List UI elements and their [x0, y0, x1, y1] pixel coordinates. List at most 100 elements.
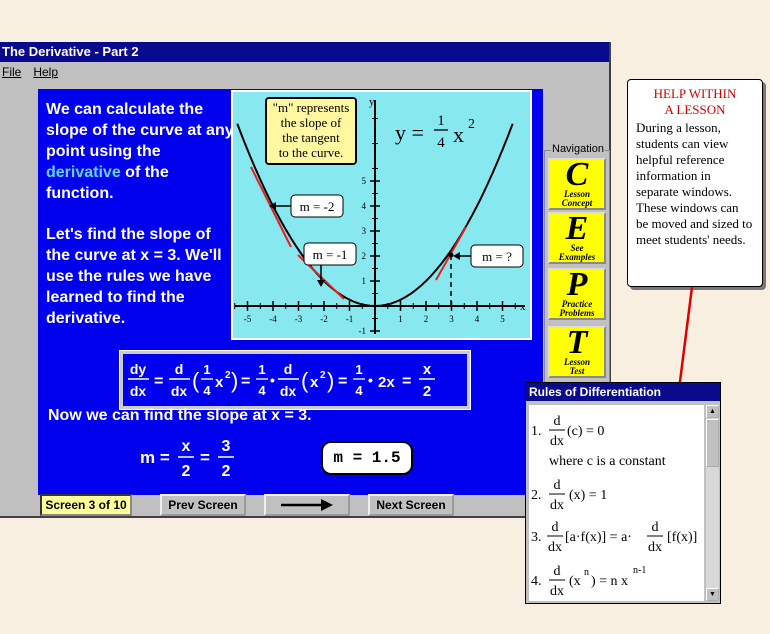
x-tick-label: 3	[449, 314, 454, 324]
svg-text:(: (	[301, 368, 309, 393]
x-tick-label: -2	[320, 314, 328, 324]
svg-text:[a·f(x)] = a·: [a·f(x)] = a·	[565, 530, 632, 545]
scroll-down-icon[interactable]: ▼	[706, 588, 719, 601]
nav-lesson-concept[interactable]: C Lesson Concept	[548, 158, 606, 210]
graph-svg: x y -5 -4 -3 -2 -1 1 2 3 4 5 5 4 3 2 1 -1 "m" represen…	[234, 96, 526, 344]
lesson-window: The Derivative - Part 2 File Help We can …	[0, 42, 611, 518]
svg-text:2: 2	[423, 383, 431, 400]
svg-text:dy: dy	[130, 361, 147, 377]
next-screen-button[interactable]: Next Screen	[368, 494, 454, 516]
nav-c-letter: C	[565, 156, 589, 193]
scroll-up-icon[interactable]: ▲	[706, 405, 719, 418]
svg-text:2: 2	[320, 370, 326, 381]
rules-svg: 1. d dx (c) = 0 where c is a constant 2.…	[531, 414, 697, 599]
rules-window-title: Rules of Differentiation	[526, 383, 720, 401]
scroll-thumb[interactable]	[706, 419, 719, 467]
svg-text:dx: dx	[550, 498, 564, 513]
nav-p-letter: P	[566, 266, 588, 303]
lesson-content: We can calculate the slope of the curve …	[38, 89, 543, 495]
svg-text:dx: dx	[648, 540, 662, 555]
lesson-derivative-word: derivative	[46, 164, 121, 181]
menu-bar: File Help	[0, 63, 68, 81]
lesson-para1-a: We can calculate the slope of the curve …	[46, 101, 234, 160]
lesson-para2: Let's find the slope of the curve at x =…	[46, 226, 222, 327]
svg-text:4: 4	[258, 383, 266, 398]
svg-text:=: =	[338, 373, 347, 390]
menu-help[interactable]: Help	[33, 65, 58, 79]
nav-see-examples[interactable]: E See Examples	[548, 212, 606, 264]
arrow-head-m-neg1	[317, 280, 325, 287]
help-callout: HELP WITHIN A LESSON During a lesson, st…	[627, 79, 763, 287]
help-body: During a lesson, students can view helpf…	[636, 120, 753, 247]
label-m-neg2: m = -2	[300, 199, 335, 214]
arrow-head-m-q	[453, 252, 460, 260]
svg-text:1: 1	[258, 362, 265, 377]
nav-practice-problems[interactable]: P Practice Problems	[548, 268, 606, 320]
next-arrow-button[interactable]	[264, 494, 350, 516]
svg-text:2x: 2x	[378, 374, 395, 391]
svg-text:(x: (x	[569, 574, 581, 589]
nav-p-line2: Problems	[559, 308, 595, 318]
x-tick-label: -4	[269, 314, 277, 324]
label-m-neg1: m = -1	[313, 247, 348, 262]
rule1-note: where c is a constant	[549, 454, 666, 469]
svg-text:=: =	[200, 448, 210, 467]
help-title: HELP WITHIN A LESSON	[636, 86, 754, 118]
help-title-2: A LESSON	[664, 102, 726, 117]
svg-text:y =: y =	[395, 120, 424, 145]
x-tick-label: 5	[500, 314, 505, 324]
svg-text:dx: dx	[550, 434, 564, 449]
nav-t-line2: Test	[569, 366, 585, 376]
svg-text:1.: 1.	[531, 424, 542, 439]
svg-text:x: x	[423, 361, 432, 378]
tangent-point	[448, 252, 454, 258]
svg-text:) = n x: ) = n x	[591, 574, 628, 589]
svg-text:d: d	[175, 361, 184, 377]
menu-file[interactable]: File	[2, 65, 21, 79]
svg-text:n-1: n-1	[633, 565, 646, 576]
svg-text:1: 1	[437, 113, 445, 129]
x-tick-label: -1	[346, 314, 354, 324]
svg-text:=: =	[154, 373, 163, 390]
svg-text:2: 2	[182, 463, 191, 480]
m-equation: m = x 2 = 3 2	[138, 429, 248, 485]
m-answer-badge: m = 1.5	[321, 441, 413, 475]
help-title-1: HELP WITHIN	[653, 86, 737, 101]
lesson-text: We can calculate the slope of the curve …	[46, 99, 236, 349]
svg-text:4: 4	[203, 383, 211, 398]
svg-text:3.: 3.	[531, 530, 542, 545]
nav-lesson-test[interactable]: T Lesson Test	[548, 326, 606, 378]
y-tick-label: -1	[359, 326, 367, 336]
callout-line1: "m" represents	[273, 100, 350, 115]
svg-text:•: •	[368, 372, 373, 388]
nav-e-letter: E	[565, 210, 589, 247]
svg-text:2: 2	[222, 463, 231, 480]
screen-indicator: Screen 3 of 10	[40, 494, 132, 516]
svg-text:(x) = 1: (x) = 1	[569, 488, 607, 503]
svg-text:1: 1	[203, 362, 210, 377]
window-title: The Derivative - Part 2	[0, 42, 609, 62]
svg-text:(: (	[192, 368, 200, 393]
svg-text:x: x	[215, 374, 224, 391]
callout-line2: the slope of	[281, 115, 342, 130]
x-tick-label: 4	[475, 314, 480, 324]
navigation-label: Navigation	[551, 143, 605, 155]
svg-text:x: x	[182, 438, 191, 455]
y-tick-label: 2	[362, 251, 367, 261]
x-axis-label: x	[520, 301, 526, 313]
y-tick-label: 3	[362, 226, 367, 236]
rules-list: 1. d dx (c) = 0 where c is a constant 2.…	[529, 405, 704, 601]
svg-text:[f(x)]: [f(x)]	[667, 530, 697, 545]
svg-text:dx: dx	[130, 383, 147, 399]
rules-scrollbar[interactable]: ▲ ▼	[706, 405, 719, 601]
prev-screen-button[interactable]: Prev Screen	[160, 494, 246, 516]
svg-text:dx: dx	[550, 584, 564, 599]
svg-text:d: d	[284, 361, 293, 377]
svg-text:1: 1	[355, 362, 362, 377]
parabola-graph: x y -5 -4 -3 -2 -1 1 2 3 4 5 5 4 3 2 1 -1 "m" represen…	[231, 90, 532, 344]
rules-window[interactable]: Rules of Differentiation 1. d dx (c) = 0…	[525, 382, 721, 604]
x-tick-label: -5	[244, 314, 252, 324]
nav-e-line2: Examples	[558, 252, 596, 262]
svg-text:x: x	[453, 122, 464, 147]
svg-text:n: n	[584, 567, 589, 578]
